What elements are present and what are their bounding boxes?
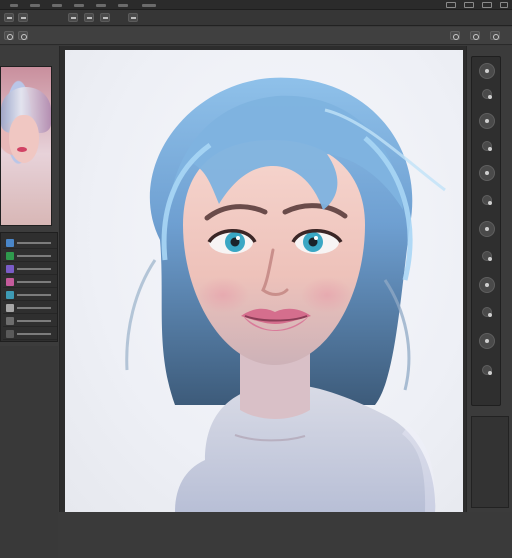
layer-name-placeholder <box>17 307 51 309</box>
document-tab-strip <box>0 27 512 45</box>
swatch-icon[interactable] <box>482 89 492 99</box>
options-bar <box>0 10 512 26</box>
eraser-tool-icon[interactable] <box>84 13 94 22</box>
thumbnail-face <box>9 115 39 163</box>
tool-button[interactable] <box>18 31 28 40</box>
zoom-tool-icon[interactable] <box>128 13 138 22</box>
select-tool-icon[interactable] <box>18 13 28 22</box>
left-panel <box>0 46 60 558</box>
layer-row[interactable] <box>3 302 57 314</box>
adjust-icon[interactable] <box>482 141 492 151</box>
menu-bar <box>0 0 512 10</box>
menu-item[interactable] <box>10 4 18 7</box>
layer-row[interactable] <box>3 289 57 301</box>
panel-icon[interactable] <box>490 31 500 40</box>
maximize-icon[interactable] <box>482 2 492 8</box>
settings-icon[interactable] <box>450 31 460 40</box>
layer-name-placeholder <box>17 242 51 244</box>
right-eye-highlight <box>314 236 318 240</box>
menu-item[interactable] <box>118 4 128 7</box>
layer-name-placeholder <box>17 281 51 283</box>
tools-column <box>471 56 501 406</box>
brush-preset-icon[interactable] <box>479 113 495 129</box>
layer-row[interactable] <box>3 263 57 275</box>
layer-name-placeholder <box>17 255 51 257</box>
channels-icon[interactable] <box>479 221 495 237</box>
style-icon[interactable] <box>482 307 492 317</box>
hair-strand <box>125 259 157 371</box>
layer-name-placeholder <box>17 294 51 296</box>
hand-tool-icon[interactable] <box>100 13 110 22</box>
canvas-area <box>60 46 466 512</box>
layer-color-swatch <box>6 278 14 286</box>
menu-item[interactable] <box>74 4 84 7</box>
window-icon[interactable] <box>446 2 456 8</box>
move-tool-icon[interactable] <box>4 13 14 22</box>
thumbnail-lips <box>17 147 27 152</box>
tool-button[interactable] <box>4 31 14 40</box>
right-panel-bottom <box>471 416 509 508</box>
layer-color-swatch <box>6 304 14 312</box>
left-panel-empty <box>0 346 58 558</box>
layer-row[interactable] <box>3 328 57 340</box>
layers-panel <box>0 232 58 342</box>
portrait-artwork <box>125 77 446 512</box>
right-panel <box>466 46 512 512</box>
layer-name-placeholder <box>17 268 51 270</box>
menu-item[interactable] <box>142 4 156 7</box>
layer-color-swatch <box>6 265 14 273</box>
minimize-icon[interactable] <box>464 2 474 8</box>
navigator-icon[interactable] <box>479 333 495 349</box>
panel-icon[interactable] <box>470 31 480 40</box>
layers-icon[interactable] <box>482 195 492 205</box>
info-icon[interactable] <box>482 365 492 375</box>
left-cheek-blush <box>197 277 249 313</box>
paths-icon[interactable] <box>482 251 492 261</box>
layer-name-placeholder <box>17 333 51 335</box>
color-icon[interactable] <box>479 63 495 79</box>
layer-color-swatch <box>6 252 14 260</box>
layer-color-swatch <box>6 239 14 247</box>
right-cheek-blush <box>301 277 353 313</box>
layer-row[interactable] <box>3 250 57 262</box>
navigator-thumbnail[interactable] <box>0 66 52 226</box>
brush-tool-icon[interactable] <box>68 13 78 22</box>
canvas[interactable] <box>65 50 463 512</box>
menu-item[interactable] <box>96 4 106 7</box>
layer-row[interactable] <box>3 315 57 327</box>
menu-item[interactable] <box>30 4 40 7</box>
left-eye-highlight <box>236 236 240 240</box>
layer-row[interactable] <box>3 276 57 288</box>
history-icon[interactable] <box>479 165 495 181</box>
layer-color-swatch <box>6 317 14 325</box>
properties-icon[interactable] <box>479 277 495 293</box>
layer-name-placeholder <box>17 320 51 322</box>
close-icon[interactable] <box>500 2 508 8</box>
layer-color-swatch <box>6 291 14 299</box>
menu-item[interactable] <box>52 4 62 7</box>
layer-row[interactable] <box>3 237 57 249</box>
layer-color-swatch <box>6 330 14 338</box>
